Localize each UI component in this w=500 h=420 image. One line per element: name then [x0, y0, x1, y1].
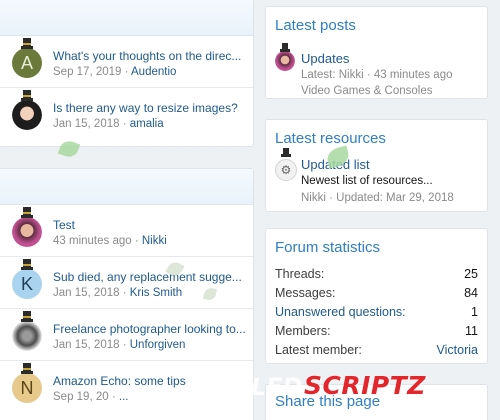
thread-item[interactable]: A What's your thoughts on the direc... S…	[0, 36, 253, 88]
thread-user[interactable]: Kris Smith	[130, 287, 182, 299]
block-header	[0, 169, 253, 205]
gear-icon[interactable]: ⚙	[275, 159, 297, 181]
forum-statistics-widget: Forum statistics Threads: 25 Messages: 8…	[265, 228, 488, 364]
stat-value: 25	[464, 267, 478, 281]
thread-date: Jan 15, 2018	[53, 339, 120, 351]
latest-resources-widget: Latest resources ⚙ Updated list Newest l…	[265, 119, 488, 212]
avatar[interactable]	[12, 100, 42, 130]
thread-meta: Jan 15, 2018 · Kris Smith	[53, 287, 183, 299]
avatar[interactable]: K	[12, 269, 42, 299]
thread-meta: 43 minutes ago · Nikki	[53, 235, 167, 247]
thread-date: Sep 19, 20	[53, 391, 109, 403]
thread-meta: Jan 15, 2018 · amalia	[53, 118, 164, 130]
post-forum[interactable]: Video Games & Consoles	[301, 85, 432, 97]
avatar[interactable]: N	[12, 373, 42, 403]
stat-value[interactable]: Victoria	[437, 343, 478, 361]
stat-label: Messages:	[275, 286, 336, 300]
thread-meta: Jan 15, 2018 · Unforgiven	[53, 339, 186, 351]
stat-row: Latest member: Victoria	[275, 343, 478, 361]
avatar[interactable]	[12, 217, 42, 247]
thread-user[interactable]: Nikki	[142, 235, 167, 247]
thread-date: Jan 15, 2018	[53, 118, 120, 130]
hat-icon	[21, 259, 33, 271]
thread-user[interactable]: Unforgiven	[130, 339, 186, 351]
thread-user[interactable]: amalia	[130, 118, 164, 130]
widget-title: Forum statistics	[275, 239, 381, 256]
avatar-letter: K	[20, 273, 33, 294]
widget-title[interactable]: Latest resources	[275, 130, 386, 147]
post-title[interactable]: Updates	[301, 51, 349, 66]
avatar-letter: N	[20, 377, 34, 398]
thread-title[interactable]: Sub died, any replacement sugge...	[53, 270, 249, 284]
watermark: NULLED SCRIPTZ	[196, 370, 426, 402]
thread-date: Sep 17, 2019	[53, 66, 122, 78]
stat-row: Threads: 25	[275, 267, 478, 285]
hat-icon	[21, 38, 33, 50]
resource-description: Newest list of resources...	[301, 175, 433, 187]
stat-value: 84	[464, 286, 478, 300]
thread-title[interactable]: What's your thoughts on the direc...	[53, 49, 249, 63]
latest-posts-widget: Latest posts Updates Latest: Nikki · 43 …	[265, 6, 488, 99]
stat-value: 1	[471, 305, 478, 319]
stat-label: Latest member:	[275, 343, 362, 357]
avatar[interactable]	[12, 321, 42, 351]
thread-title[interactable]: Is there any way to resize images?	[53, 101, 249, 115]
watermark-ghost-text: NULLED	[196, 373, 303, 401]
stat-row: Unanswered questions: 1	[275, 305, 478, 323]
stat-label[interactable]: Unanswered questions:	[275, 305, 406, 323]
avatar-letter: A	[20, 52, 33, 73]
hat-icon	[21, 363, 33, 375]
thread-title[interactable]: Test	[53, 218, 249, 232]
stat-label: Members:	[275, 324, 331, 338]
avatar[interactable]	[275, 51, 295, 71]
watermark-text: SCRIPTZ	[304, 370, 426, 400]
thread-item[interactable]: Freelance photographer looking to... Jan…	[0, 309, 253, 361]
thread-item[interactable]: K Sub died, any replacement sugge... Jan…	[0, 257, 253, 309]
stat-row: Members: 11	[275, 324, 478, 342]
thread-user[interactable]: ...	[119, 391, 129, 403]
thread-item[interactable]: Test 43 minutes ago · Nikki	[0, 205, 253, 257]
avatar[interactable]: A	[12, 48, 42, 78]
post-meta: Latest: Nikki · 43 minutes ago	[301, 69, 453, 81]
thread-title[interactable]: Freelance photographer looking to...	[53, 322, 249, 336]
thread-list-block: A What's your thoughts on the direc... S…	[0, 0, 254, 147]
resource-meta: Nikki · Updated: Mar 29, 2018	[301, 192, 454, 204]
widget-title[interactable]: Latest posts	[275, 17, 356, 34]
thread-user[interactable]: Audentio	[131, 66, 176, 78]
thread-item[interactable]: Is there any way to resize images? Jan 1…	[0, 88, 253, 140]
hat-icon	[21, 207, 33, 219]
thread-date: Jan 15, 2018	[53, 287, 120, 299]
stat-label: Threads:	[275, 267, 325, 281]
hat-icon	[21, 311, 33, 323]
thread-meta: Sep 17, 2019 · Audentio	[53, 66, 177, 78]
block-header	[0, 0, 253, 36]
hat-icon	[280, 43, 290, 53]
stat-value: 11	[465, 324, 478, 338]
stat-row: Messages: 84	[275, 286, 478, 304]
hat-icon	[21, 90, 33, 102]
thread-date: 43 minutes ago	[53, 235, 132, 247]
hat-icon	[281, 148, 291, 158]
